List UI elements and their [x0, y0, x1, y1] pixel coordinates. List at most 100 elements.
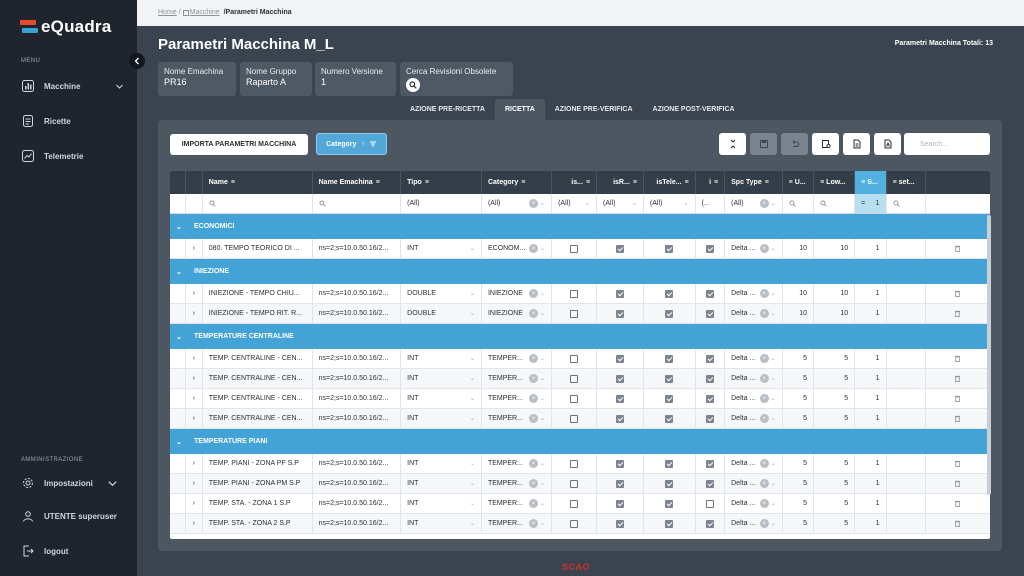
cell-low[interactable]: 10	[814, 304, 856, 323]
breadcrumb-home[interactable]: Home	[158, 9, 177, 16]
expand-collapse-button[interactable]	[719, 133, 746, 155]
cell-emachina[interactable]: ns=2;s=10.0.50.16/2...	[313, 389, 402, 408]
table-row[interactable]: › 080. TEMPO TEORICO DI ... ns=2;s=10.0.50…	[170, 239, 990, 259]
delete-row-button[interactable]	[926, 284, 990, 303]
cell-u[interactable]: 5	[783, 494, 815, 513]
column-header-spc[interactable]: Spc Type ≡	[725, 171, 783, 194]
cell-name[interactable]: TEMP. STA. - ZONA 2 S.P	[203, 514, 313, 533]
cell-category[interactable]: TEMPER... × ⌄	[482, 514, 553, 533]
checkbox-i[interactable]	[705, 479, 714, 488]
cell-emachina[interactable]: ns=2;s=10.0.50.16/2...	[313, 409, 402, 428]
table-row[interactable]: › TEMP. PIANI - ZONA PM S.P ns=2;s=10.0.50…	[170, 474, 990, 494]
sort-asc-icon[interactable]: ↑	[361, 141, 365, 148]
cell-set[interactable]	[887, 304, 926, 323]
filter-low[interactable]	[814, 194, 856, 213]
cell-category[interactable]: INIEZIONE × ⌄	[482, 284, 553, 303]
checkbox-is[interactable]	[570, 289, 579, 298]
search-revisions-button[interactable]	[406, 78, 420, 92]
sidebar-item-logout[interactable]: logout	[22, 545, 130, 557]
cell-u[interactable]: 5	[783, 409, 815, 428]
delete-row-button[interactable]	[926, 389, 990, 408]
cell-low[interactable]: 5	[814, 409, 856, 428]
checkbox-isr[interactable]	[615, 354, 624, 363]
cell-tipo[interactable]: INT ⌄	[401, 409, 482, 428]
group-row[interactable]: ⌄ TEMPERATURE PIANI	[170, 429, 990, 454]
cell-set[interactable]	[887, 239, 926, 258]
table-row[interactable]: › INIEZIONE - TEMPO CHIU... ns=2;s=10.0.50…	[170, 284, 990, 304]
cell-u[interactable]: 5	[783, 369, 815, 388]
filter-isr[interactable]: (All) ⌄	[597, 194, 644, 213]
cell-s[interactable]: 1	[855, 284, 887, 303]
cell-tipo[interactable]: INT ⌄	[401, 349, 482, 368]
delete-row-button[interactable]	[926, 494, 990, 513]
checkbox-is[interactable]	[570, 414, 579, 423]
chevron-down-icon[interactable]: ⌄	[170, 324, 188, 349]
checkbox-i[interactable]	[705, 244, 714, 253]
cell-emachina[interactable]: ns=2;s=10.0.50.16/2...	[313, 304, 402, 323]
chevron-right-icon[interactable]: ›	[186, 389, 203, 408]
chevron-down-icon[interactable]	[115, 82, 124, 91]
checkbox-i[interactable]	[705, 519, 714, 528]
cell-spc-type[interactable]: Delta ... × ⌄	[725, 454, 783, 473]
cell-s[interactable]: 1	[855, 349, 887, 368]
table-row[interactable]: › TEMP. CENTRALINE - CEN... ns=2;s=10.0.50…	[170, 409, 990, 429]
sidebar-item-impostazioni[interactable]: Impostazioni	[22, 477, 130, 489]
sidebar-item-ricette[interactable]: Ricette	[22, 115, 130, 127]
cell-s[interactable]: 1	[855, 389, 887, 408]
cell-emachina[interactable]: ns=2;s=10.0.50.16/2...	[313, 349, 402, 368]
tab-ricetta[interactable]: RICETTA	[494, 99, 545, 120]
column-header-category[interactable]: Category ≡	[482, 171, 553, 194]
checkbox-isr[interactable]	[615, 499, 624, 508]
cell-emachina[interactable]: ns=2;s=10.0.50.16/2...	[313, 239, 402, 258]
cell-spc-type[interactable]: Delta ... × ⌄	[725, 514, 783, 533]
cell-low[interactable]: 5	[814, 369, 856, 388]
column-header-emachina[interactable]: Name Emachina ≡	[313, 171, 402, 194]
category-group-chip[interactable]: Category ↑	[316, 133, 387, 155]
checkbox-istele[interactable]	[665, 394, 674, 403]
delete-row-button[interactable]	[926, 514, 990, 533]
filter-is[interactable]: (All) ⌄	[552, 194, 598, 213]
filter-set[interactable]	[887, 194, 926, 213]
cell-set[interactable]	[887, 284, 926, 303]
tab-post-verifica[interactable]: AZIONE POST-VERIFICA	[643, 99, 745, 120]
cell-category[interactable]: TEMPER... × ⌄	[482, 474, 553, 493]
filter-icon[interactable]	[369, 140, 377, 148]
filter-istele[interactable]: (All) ⌄	[644, 194, 696, 213]
cell-u[interactable]: 5	[783, 454, 815, 473]
chevron-right-icon[interactable]: ›	[186, 284, 203, 303]
chevron-right-icon[interactable]: ›	[186, 514, 203, 533]
import-params-button[interactable]: IMPORTA PARAMETRI MACCHINA	[170, 134, 308, 155]
checkbox-is[interactable]	[570, 479, 579, 488]
cell-category[interactable]: TEMPER... × ⌄	[482, 454, 553, 473]
column-chooser-button[interactable]	[812, 133, 839, 155]
cell-s[interactable]: 1	[855, 494, 887, 513]
checkbox-is[interactable]	[570, 499, 579, 508]
delete-row-button[interactable]	[926, 369, 990, 388]
checkbox-isr[interactable]	[615, 289, 624, 298]
cell-u[interactable]: 10	[783, 284, 815, 303]
cell-spc-type[interactable]: Delta ... × ⌄	[725, 494, 783, 513]
checkbox-is[interactable]	[570, 309, 579, 318]
cell-name[interactable]: TEMP. CENTRALINE - CEN...	[203, 409, 313, 428]
chevron-right-icon[interactable]: ›	[186, 349, 203, 368]
checkbox-istele[interactable]	[665, 309, 674, 318]
cell-set[interactable]	[887, 349, 926, 368]
chevron-right-icon[interactable]: ›	[186, 474, 203, 493]
checkbox-istele[interactable]	[665, 479, 674, 488]
checkbox-is[interactable]	[570, 394, 579, 403]
cell-u[interactable]: 10	[783, 304, 815, 323]
cell-u[interactable]: 5	[783, 514, 815, 533]
cell-category[interactable]: TEMPER... × ⌄	[482, 389, 553, 408]
chevron-right-icon[interactable]: ›	[186, 239, 203, 258]
checkbox-istele[interactable]	[665, 374, 674, 383]
column-header-name[interactable]: Name ≡	[203, 171, 313, 194]
cell-set[interactable]	[887, 474, 926, 493]
delete-row-button[interactable]	[926, 409, 990, 428]
cell-tipo[interactable]: INT ⌄	[401, 494, 482, 513]
cell-tipo[interactable]: INT ⌄	[401, 474, 482, 493]
cell-s[interactable]: 1	[855, 474, 887, 493]
checkbox-isr[interactable]	[615, 459, 624, 468]
cell-set[interactable]	[887, 454, 926, 473]
cell-spc-type[interactable]: Delta ... × ⌄	[725, 369, 783, 388]
cell-category[interactable]: TEMPER... × ⌄	[482, 409, 553, 428]
